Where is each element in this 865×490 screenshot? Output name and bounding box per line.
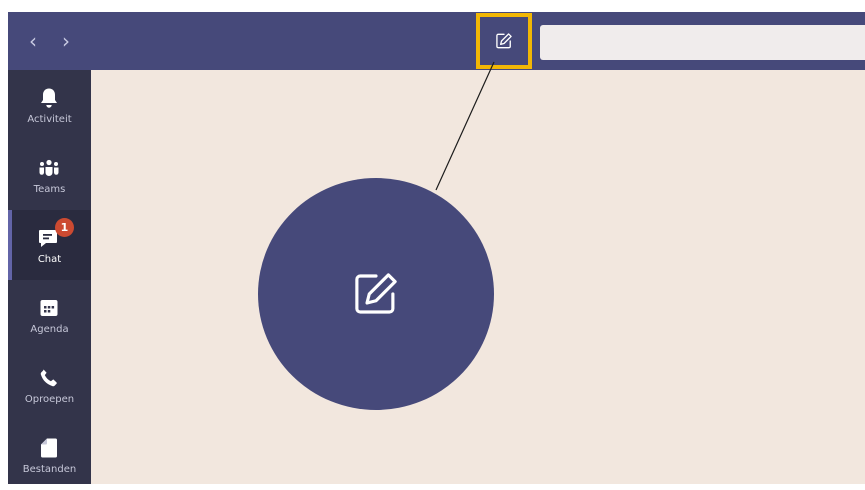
sidebar-item-label: Oproepen — [24, 394, 75, 405]
bell-icon — [41, 88, 57, 108]
sidebar-item-activiteit[interactable]: Activiteit — [8, 70, 91, 140]
sidebar-item-agenda[interactable]: Agenda — [8, 280, 91, 350]
unread-badge: 1 — [55, 218, 74, 237]
sidebar-item-label: Agenda — [30, 324, 69, 335]
back-button[interactable]: ‹ — [22, 30, 44, 52]
file-icon — [41, 438, 57, 458]
phone-icon — [40, 369, 57, 387]
app-rail: Activiteit Teams 1 Chat Agenda Oproepen … — [8, 70, 91, 484]
sidebar-item-label: Activiteit — [27, 114, 72, 125]
sidebar-item-oproepen[interactable]: Oproepen — [8, 350, 91, 420]
new-chat-button[interactable] — [476, 13, 532, 69]
active-indicator — [8, 210, 12, 280]
sidebar-item-teams[interactable]: Teams — [8, 140, 91, 210]
sidebar-item-chat[interactable]: 1 Chat — [8, 210, 91, 280]
sidebar-item-label: Chat — [37, 254, 62, 265]
teams-icon — [39, 159, 59, 176]
sidebar-item-bestanden[interactable]: Bestanden — [8, 420, 91, 490]
search-input[interactable] — [540, 25, 865, 60]
sidebar-item-label: Teams — [33, 184, 66, 195]
calendar-icon — [40, 300, 58, 316]
forward-button[interactable]: › — [55, 30, 77, 52]
new-chat-icon — [355, 273, 397, 314]
sidebar-item-label: Bestanden — [22, 464, 77, 475]
callout-circle — [258, 178, 494, 410]
new-chat-icon — [496, 33, 512, 49]
